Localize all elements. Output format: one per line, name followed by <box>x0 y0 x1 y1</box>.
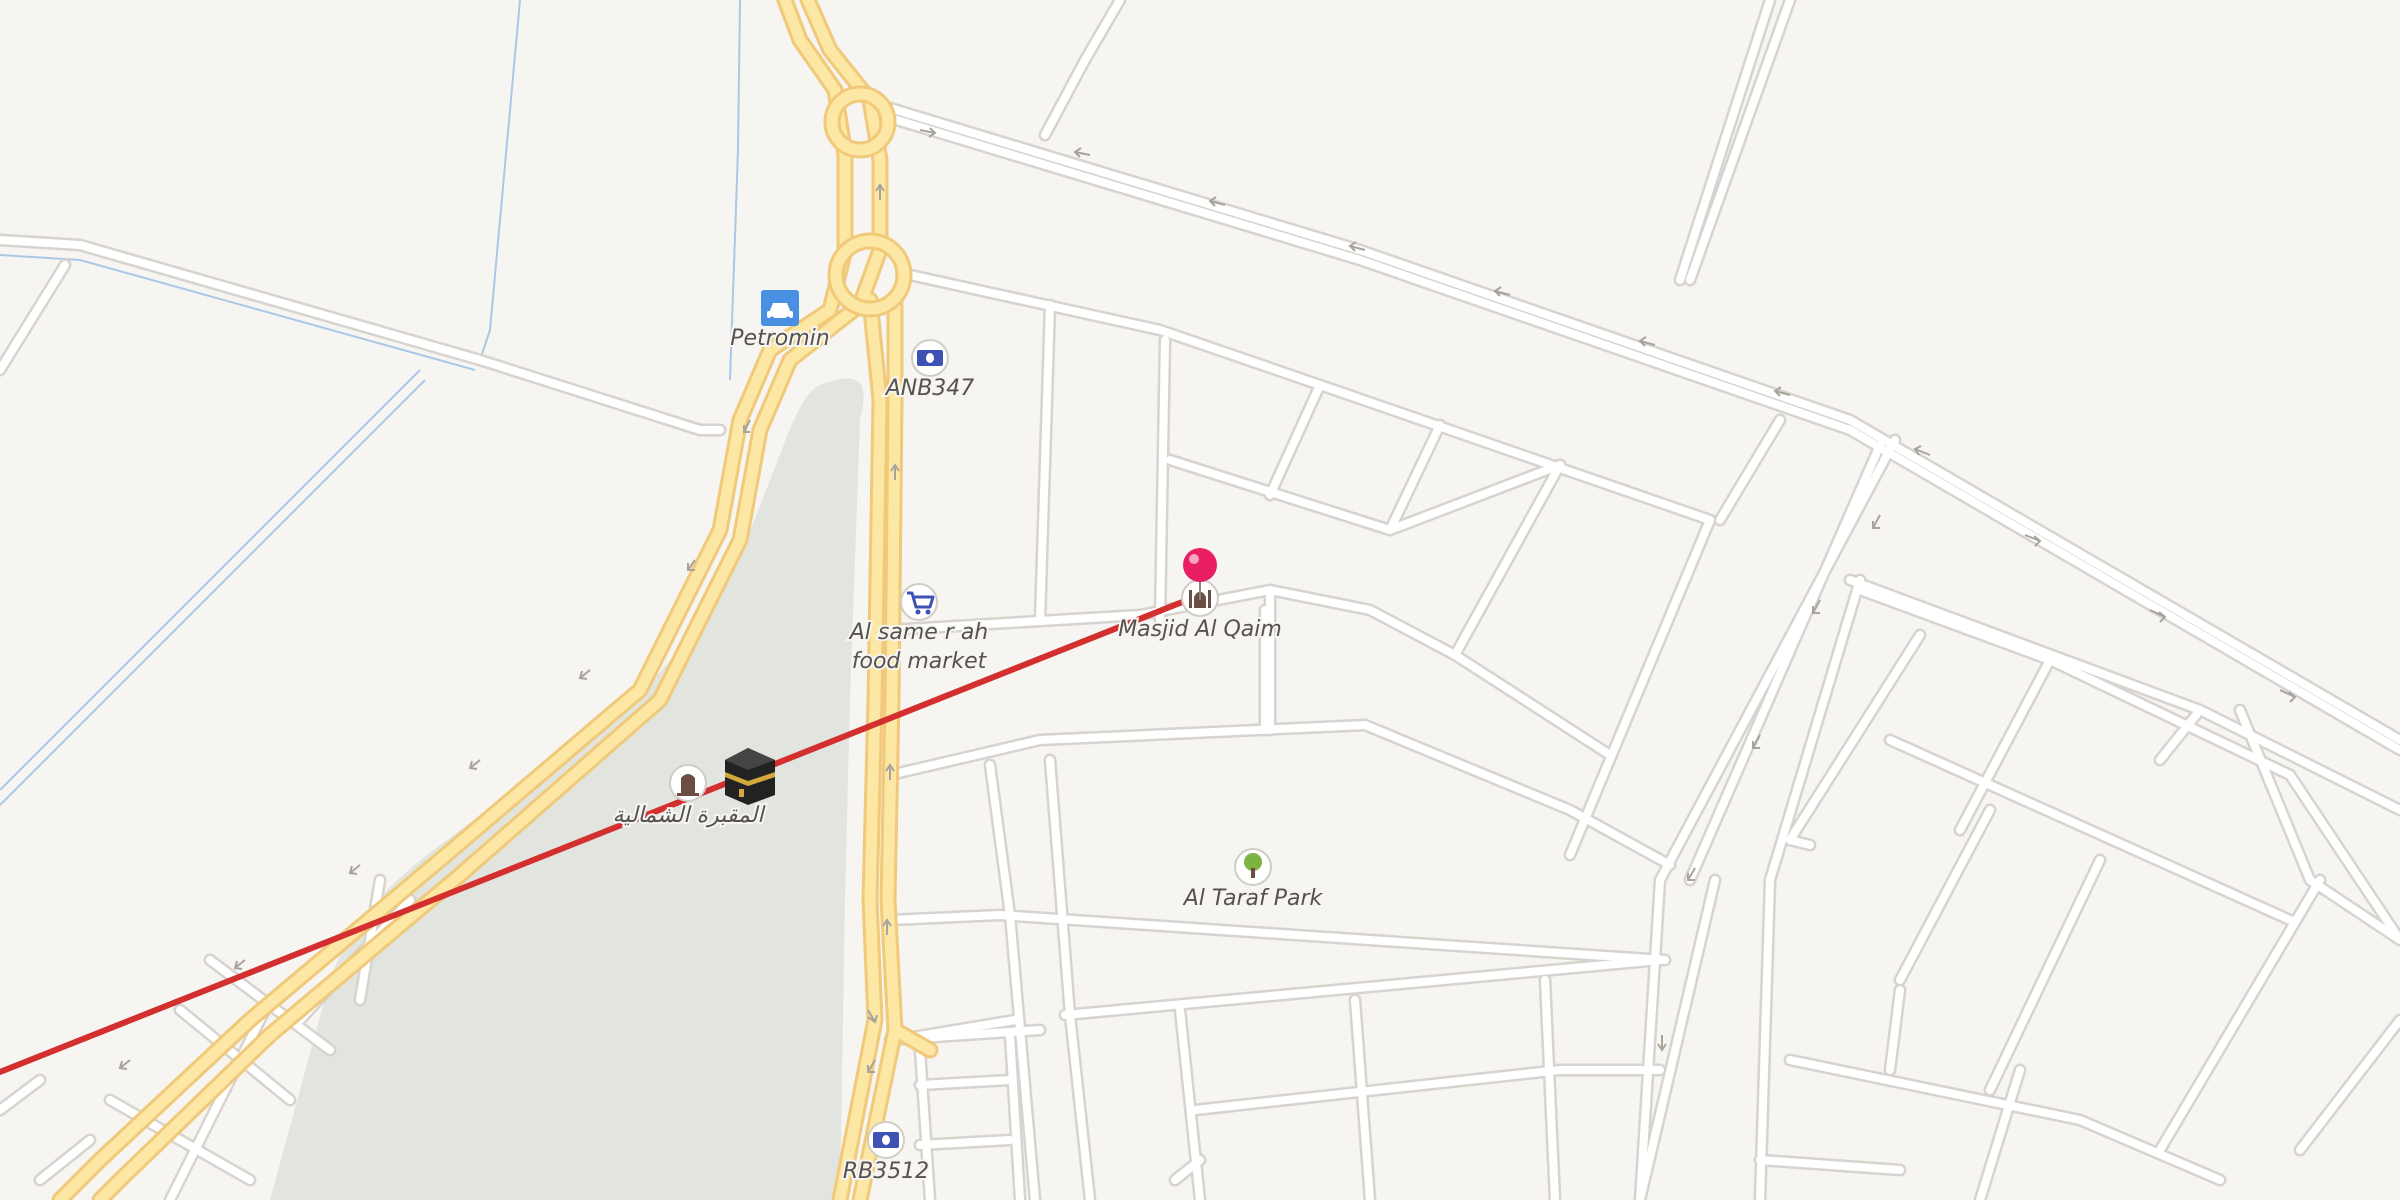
poi-label-line1: Al same r ah <box>848 620 989 645</box>
poi-label: Al Taraf Park <box>1182 886 1324 911</box>
poi-label: Masjid Al Qaim <box>1118 617 1282 642</box>
poi-label: RB3512 <box>843 1159 929 1184</box>
poi-label-line2: food market <box>852 649 988 674</box>
poi-label: المقبرة الشمالية <box>613 803 767 828</box>
map-canvas[interactable]: Petromin ANB347 Al same r ah food market <box>0 0 2400 1200</box>
tree-icon <box>1234 848 1272 886</box>
shopping-cart-icon <box>900 583 938 621</box>
banknote-icon <box>911 339 949 377</box>
tombstone-icon <box>669 764 707 802</box>
poi-label: Petromin <box>730 326 829 351</box>
banknote-icon <box>867 1121 905 1159</box>
car-icon <box>761 290 799 326</box>
poi-label: ANB347 <box>884 376 975 401</box>
